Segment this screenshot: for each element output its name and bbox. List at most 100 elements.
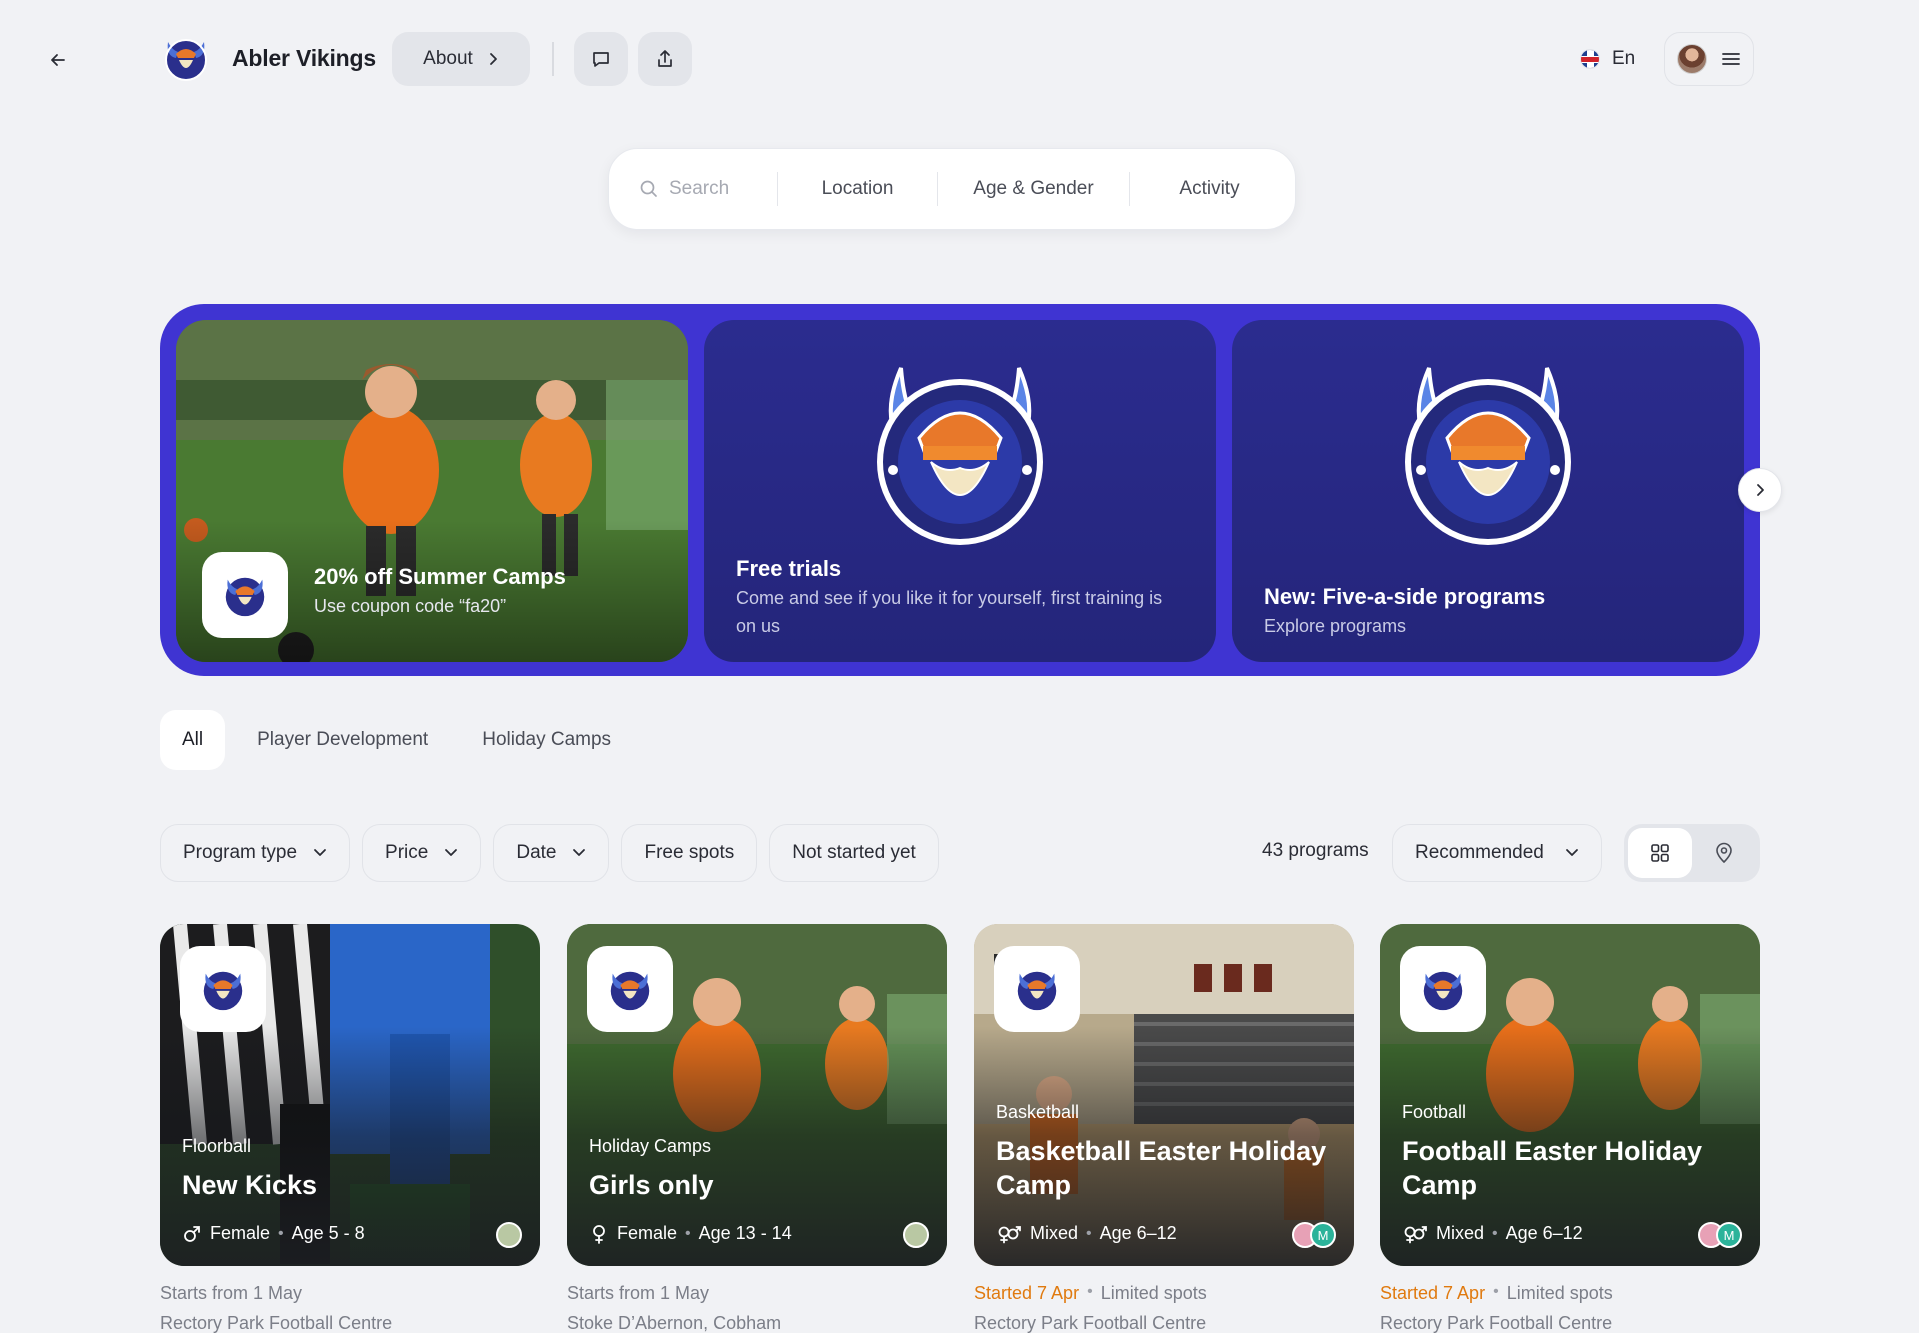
chevron-down-icon	[314, 849, 326, 856]
promo-slide-five-a-side[interactable]: New: Five-a-side programs Explore progra…	[1232, 320, 1744, 662]
promo-slide-summer-camps[interactable]: 20% off Summer Camps Use coupon code “fa…	[176, 320, 688, 662]
coach-avatars	[903, 1222, 929, 1248]
share-button[interactable]	[638, 32, 692, 86]
slide-subtitle: Come and see if you like it for yourself…	[736, 588, 1163, 636]
avatar	[903, 1222, 929, 1248]
activity-filter[interactable]: Activity	[1129, 172, 1289, 206]
map-pin-icon	[1716, 842, 1732, 864]
card-location: Rectory Park Football Centre	[1380, 1313, 1613, 1333]
card-gender: Female	[210, 1223, 271, 1243]
user-menu-button[interactable]	[1664, 32, 1754, 86]
card-logo-tile	[587, 946, 673, 1032]
separator-dot: •	[1086, 1224, 1092, 1242]
chevron-down-icon	[1566, 849, 1578, 856]
card-start-info: Started 7 Apr • Limited spots	[1380, 1283, 1613, 1304]
uk-flag-icon	[1580, 49, 1600, 69]
coach-avatars: M	[1292, 1222, 1336, 1248]
card-location: Rectory Park Football Centre	[160, 1313, 393, 1333]
map-view-button[interactable]	[1692, 828, 1756, 878]
separator-dot: •	[1493, 1283, 1499, 1300]
card-start-text: Starts from 1 May	[567, 1283, 710, 1303]
card-age: Age 6–12	[1505, 1223, 1583, 1243]
mixed-gender-icon	[1404, 1225, 1427, 1243]
program-card-football-camp[interactable]: Football Football Easter Holiday Camp Mi…	[1380, 924, 1760, 1266]
card-start-text: Starts from 1 May	[160, 1283, 303, 1303]
tab-player-development[interactable]: Player Development	[235, 710, 450, 770]
slide-title: Free trials	[736, 556, 842, 581]
location-label: Location	[821, 178, 894, 199]
card-start-info: Starts from 1 May	[567, 1283, 709, 1304]
card-logo-tile	[994, 946, 1080, 1032]
category-tabs: All Player Development Holiday Camps	[160, 710, 633, 770]
program-card-basketball-camp[interactable]: Basketball Basketball Easter Holiday Cam…	[974, 924, 1354, 1266]
coach-avatars: M	[1698, 1222, 1742, 1248]
location-filter[interactable]: Location	[777, 172, 937, 206]
slide-logo-tile	[202, 552, 288, 638]
language-label: En	[1612, 48, 1636, 69]
program-card-new-kicks[interactable]: Floorball New Kicks Female • Age 5 - 8	[160, 924, 540, 1266]
card-location: Rectory Park Football Centre	[974, 1313, 1207, 1333]
card-gender: Mixed	[1030, 1223, 1079, 1243]
grid-view-button[interactable]	[1628, 828, 1692, 878]
card-title: Girls only	[589, 1170, 714, 1200]
card-start-info: Starts from 1 May	[160, 1283, 302, 1304]
sort-dropdown[interactable]: Recommended	[1392, 824, 1602, 882]
card-category: Floorball	[182, 1136, 252, 1156]
age-gender-filter[interactable]: Age & Gender	[937, 172, 1129, 206]
date-label: Date	[516, 842, 557, 863]
vikings-logo-icon	[1017, 971, 1057, 1011]
chevron-right-icon	[489, 53, 497, 65]
coach-avatars	[496, 1222, 522, 1248]
not-started-filter[interactable]: Not started yet	[769, 824, 939, 882]
banner-next-button[interactable]	[1738, 468, 1782, 512]
brand-name: Abler Vikings	[232, 44, 376, 71]
age-gender-label: Age & Gender	[973, 178, 1094, 199]
hamburger-menu-icon	[1722, 53, 1740, 65]
price-filter[interactable]: Price	[362, 824, 482, 882]
vikings-logo-icon	[225, 577, 265, 617]
card-logo-tile	[1400, 946, 1486, 1032]
about-label: About	[423, 48, 473, 69]
card-meta: Mixed • Age 6–12	[996, 1223, 1177, 1244]
search-icon	[640, 180, 657, 197]
chat-bubble-icon	[593, 52, 609, 67]
promo-slide-free-trials[interactable]: Free trials Come and see if you like it …	[704, 320, 1216, 662]
promo-banner: 20% off Summer Camps Use coupon code “fa…	[160, 304, 1760, 676]
slide-subtitle: Use coupon code “fa20”	[314, 596, 507, 616]
program-type-filter[interactable]: Program type	[160, 824, 351, 882]
male-symbol-icon	[184, 1225, 200, 1242]
vikings-crest-icon	[1405, 367, 1571, 545]
chevron-right-icon	[1757, 484, 1764, 496]
separator-dot: •	[685, 1224, 691, 1242]
card-start-info: Started 7 Apr • Limited spots	[974, 1283, 1207, 1304]
tab-holiday-camps[interactable]: Holiday Camps	[460, 710, 633, 770]
card-start-text: Started 7 Apr	[974, 1283, 1080, 1303]
chevron-down-icon	[573, 849, 586, 856]
program-card-girls-only[interactable]: Holiday Camps Girls only Female • Age 13…	[567, 924, 947, 1266]
vikings-logo-icon	[1423, 971, 1463, 1011]
card-title: Basketball Easter Holiday Camp	[996, 1136, 1327, 1200]
card-age: Age 5 - 8	[291, 1223, 365, 1243]
about-button[interactable]: About	[392, 32, 530, 86]
card-meta: Mixed • Age 6–12	[1402, 1223, 1583, 1244]
chevron-down-icon	[445, 849, 458, 856]
vikings-logo-icon	[610, 971, 650, 1011]
card-title: New Kicks	[182, 1170, 318, 1200]
search-placeholder: Search	[669, 178, 730, 199]
free-spots-filter[interactable]: Free spots	[621, 824, 758, 882]
message-button[interactable]	[574, 32, 628, 86]
brand[interactable]: Abler Vikings	[160, 32, 376, 84]
date-filter[interactable]: Date	[493, 824, 610, 882]
card-availability: Limited spots	[1506, 1283, 1613, 1303]
card-meta: Female • Age 5 - 8	[182, 1223, 365, 1244]
search-bar: Search Location Age & Gender Activity	[608, 148, 1296, 230]
vikings-logo-icon	[203, 971, 243, 1011]
card-gender: Female	[617, 1223, 678, 1243]
language-selector[interactable]: En	[1580, 42, 1635, 76]
avatar-initial: M	[1716, 1222, 1742, 1248]
tab-all[interactable]: All	[160, 710, 226, 770]
back-button[interactable]	[40, 42, 76, 78]
search-input[interactable]: Search	[609, 172, 777, 206]
card-start-text: Started 7 Apr	[1380, 1283, 1486, 1303]
card-gender: Mixed	[1436, 1223, 1485, 1243]
